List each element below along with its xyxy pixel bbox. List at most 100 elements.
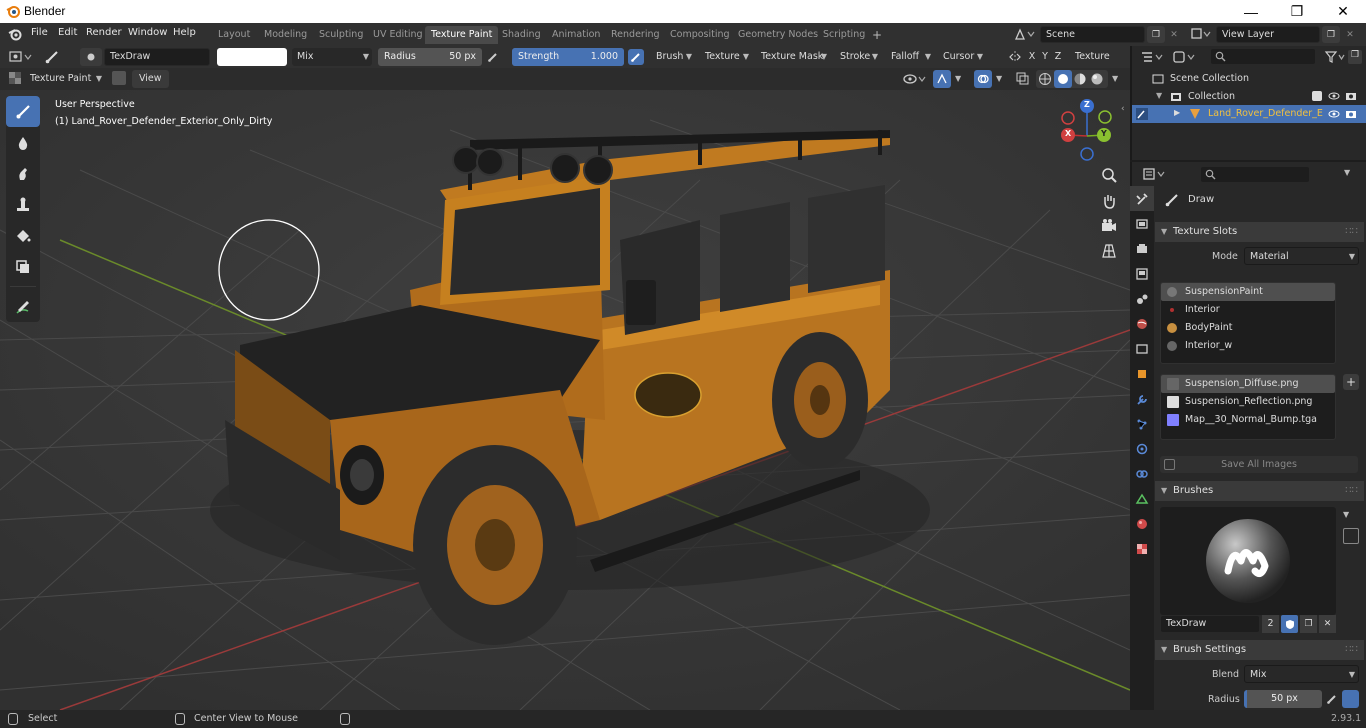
outliner-search-input[interactable]	[1210, 48, 1316, 65]
tab-scene[interactable]	[1130, 286, 1154, 311]
material-preview-shading-icon[interactable]	[1073, 72, 1087, 86]
list-item[interactable]: Interior_w	[1161, 337, 1335, 355]
zoom-icon[interactable]	[1100, 166, 1118, 184]
tab-compositing[interactable]: Compositing	[664, 26, 736, 44]
mirror-z-toggle[interactable]: Z	[1052, 48, 1064, 66]
mode-dropdown[interactable]: Texture Paint ▼	[25, 70, 105, 88]
brush-browse-icon[interactable]	[80, 48, 102, 66]
falloff-dropdown[interactable]: Falloff ▼	[886, 48, 934, 66]
tab-modeling[interactable]: Modeling	[258, 26, 313, 44]
tab-sculpting[interactable]: Sculpting	[313, 26, 369, 44]
add-texture-button[interactable]: +	[1343, 374, 1359, 390]
chevron-down-icon[interactable]: ▼	[1343, 510, 1349, 519]
save-all-images-button[interactable]: Save All Images	[1160, 456, 1358, 473]
menu-help[interactable]: Help	[173, 27, 196, 38]
remove-scene-icon[interactable]: ✕	[1166, 26, 1182, 43]
tab-modifiers[interactable]	[1130, 386, 1154, 411]
tab-physics[interactable]	[1130, 436, 1154, 461]
rendered-shading-icon[interactable]	[1090, 72, 1104, 86]
blend-mode-dropdown[interactable]: Mix ▼	[292, 48, 372, 66]
expand-arrow-icon[interactable]: ▼	[1156, 91, 1162, 100]
annotate-tool[interactable]	[6, 291, 40, 322]
draw-tool[interactable]	[6, 96, 40, 127]
brush-datablock-name[interactable]: TexDraw	[1160, 615, 1260, 633]
brush-preview[interactable]	[1160, 507, 1336, 615]
texture-slots-panel-header[interactable]: ▼ Texture Slots ∷∷	[1155, 222, 1364, 242]
radius-pressure-icon[interactable]	[487, 51, 499, 63]
list-item[interactable]: Interior	[1161, 301, 1335, 319]
scene-collection-label[interactable]: Scene Collection	[1170, 73, 1249, 84]
chevron-down-icon[interactable]: ▼	[1344, 168, 1350, 177]
properties-search-input[interactable]	[1200, 166, 1310, 183]
menu-render[interactable]: Render	[86, 27, 122, 38]
brush-dropdown[interactable]: Brush ▼	[651, 48, 695, 66]
brush-tool-icon[interactable]	[44, 49, 60, 65]
drag-handle-icon[interactable]: ∷∷	[1345, 640, 1358, 660]
brush-blend-dropdown[interactable]: Mix ▼	[1244, 665, 1359, 683]
mirror-x-toggle[interactable]: X	[1026, 48, 1038, 66]
tab-scripting[interactable]: Scripting	[817, 26, 871, 44]
chevron-down-icon[interactable]: ▼	[1112, 74, 1118, 83]
tab-tool[interactable]	[1130, 186, 1154, 211]
list-item[interactable]: Map__30_Normal_Bump.tga	[1161, 411, 1335, 429]
perspective-toggle-icon[interactable]	[1100, 242, 1118, 260]
fake-user-shield-icon[interactable]	[1281, 615, 1298, 633]
scene-icon[interactable]	[1014, 27, 1036, 41]
radius-slider[interactable]: Radius 50 px	[378, 48, 482, 66]
menu-window[interactable]: Window	[128, 27, 167, 38]
list-item[interactable]: SuspensionPaint	[1161, 283, 1335, 301]
tab-object-data[interactable]	[1130, 486, 1154, 511]
clone-tool[interactable]	[6, 189, 40, 220]
slot-mode-dropdown[interactable]: Material ▼	[1244, 247, 1359, 265]
soften-tool[interactable]	[6, 127, 40, 158]
drag-handle-icon[interactable]: ∷∷	[1345, 481, 1358, 501]
strength-slider[interactable]: Strength 1.000	[512, 48, 624, 66]
brush-color-swatch[interactable]	[217, 48, 287, 66]
view-layer-icon[interactable]	[1190, 27, 1212, 41]
brushes-panel-header[interactable]: ▼ Brushes ∷∷	[1155, 481, 1364, 501]
maximize-button[interactable]: ❐	[1274, 0, 1320, 23]
menu-edit[interactable]: Edit	[58, 27, 77, 38]
tab-output[interactable]	[1130, 236, 1154, 261]
render-camera-icon[interactable]	[1345, 90, 1357, 102]
expand-arrow-icon[interactable]: ▶	[1174, 108, 1180, 117]
mirror-icon[interactable]	[1008, 50, 1022, 64]
texture-slots-button[interactable]: Texture Slots	[1075, 48, 1130, 80]
fill-tool[interactable]	[6, 220, 40, 251]
stroke-dropdown[interactable]: Stroke ▼	[835, 48, 881, 66]
add-workspace-button[interactable]: +	[866, 26, 888, 44]
blender-menu-icon[interactable]	[8, 27, 22, 41]
close-button[interactable]: ✕	[1320, 0, 1366, 23]
menu-file[interactable]: File	[31, 27, 48, 38]
minimize-button[interactable]: —	[1228, 0, 1274, 23]
properties-editor-type-icon[interactable]	[1142, 167, 1168, 181]
tab-texture-paint[interactable]: Texture Paint	[425, 26, 499, 44]
tab-geometry-nodes[interactable]: Geometry Nodes	[732, 26, 824, 44]
smear-tool[interactable]	[6, 158, 40, 189]
duplicate-brush-icon[interactable]: ❐	[1300, 615, 1317, 633]
tab-object[interactable]	[1130, 361, 1154, 386]
visibility-icon[interactable]	[902, 71, 928, 87]
brush-radius-slider[interactable]: 50 px	[1244, 690, 1322, 708]
new-view-layer-icon[interactable]: ❐	[1322, 26, 1340, 43]
outliner-editor-type-icon[interactable]	[1140, 50, 1166, 64]
brush-name-field[interactable]: TexDraw	[104, 48, 210, 66]
paint-mask-icon[interactable]	[112, 71, 126, 85]
view-menu[interactable]: View	[132, 70, 169, 88]
outliner-row-land-rover[interactable]: ▶ Land_Rover_Defender_E	[1132, 105, 1366, 123]
tab-texture[interactable]	[1130, 536, 1154, 561]
drag-handle-icon[interactable]: ∷∷	[1345, 222, 1358, 242]
filter-icon[interactable]	[1324, 50, 1346, 64]
eye-icon[interactable]	[1328, 90, 1340, 102]
collection-checkbox-icon[interactable]	[1312, 91, 1322, 101]
sidebar-toggle-icon[interactable]: ‹	[1121, 104, 1125, 114]
solid-shading-icon[interactable]	[1054, 70, 1072, 88]
new-collection-icon[interactable]: ❐	[1348, 50, 1362, 64]
xray-toggle-icon[interactable]	[1016, 72, 1029, 85]
tab-rendering[interactable]: Rendering	[605, 26, 666, 44]
unlink-brush-icon[interactable]: ✕	[1319, 615, 1336, 633]
texture-mask-dropdown[interactable]: Texture Mask ▼	[756, 48, 830, 66]
pan-hand-icon[interactable]	[1100, 192, 1118, 210]
tab-render[interactable]	[1130, 211, 1154, 236]
overlays-toggle-icon[interactable]	[974, 70, 992, 88]
